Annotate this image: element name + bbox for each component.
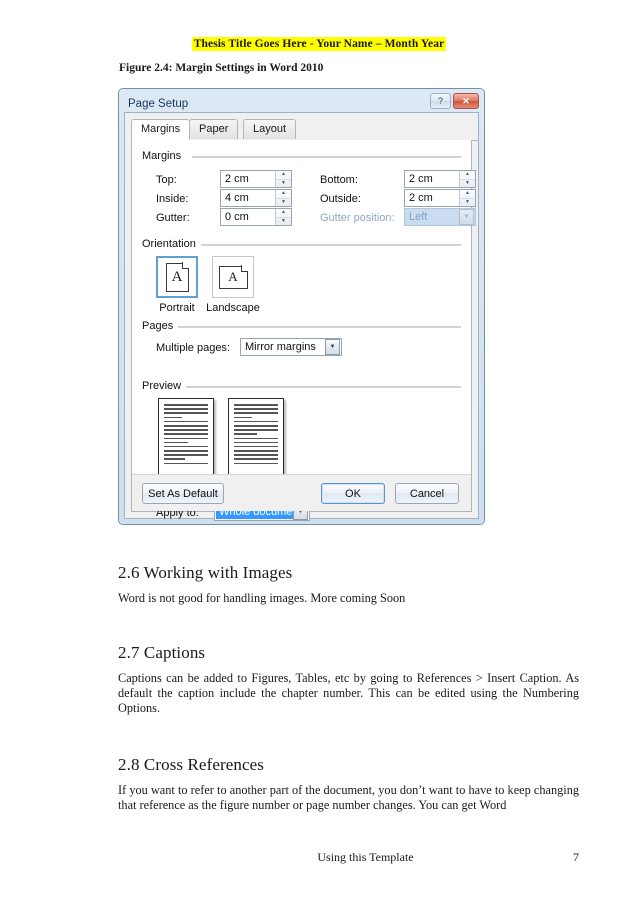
orientation-group-rule — [200, 244, 461, 246]
inside-margin-label: Inside: — [156, 193, 189, 205]
preview-group-rule — [186, 386, 461, 388]
top-margin-input[interactable]: 2 cm ▲ ▼ — [220, 170, 292, 188]
running-header: Thesis Title Goes Here - Your Name – Mon… — [0, 37, 638, 51]
dialog-body: Margins Paper Layout Margins Top: 2 cm ▲… — [124, 112, 479, 521]
page-dogear-icon-2 — [241, 265, 248, 272]
orientation-group-label: Orientation — [142, 238, 201, 250]
margins-group-label: Margins — [142, 150, 187, 162]
portrait-label-text: Portrait — [159, 302, 195, 314]
cancel-button[interactable]: Cancel — [395, 483, 459, 504]
gutter-label: Gutter: — [156, 212, 190, 224]
page-dogear-icon — [182, 262, 189, 269]
page-footer: Using this Template 7 — [118, 850, 579, 865]
tab-layout[interactable]: Layout — [243, 119, 297, 139]
close-icon[interactable]: ✕ — [453, 93, 479, 109]
outside-margin-value: 2 cm — [409, 192, 433, 204]
section-heading-2-6: 2.6 Working with Images — [118, 563, 293, 582]
section-body-2-6: Word is not good for handling images. Mo… — [118, 591, 406, 605]
tab-margins[interactable]: Margins — [131, 119, 191, 140]
pages-group-label: Pages — [142, 320, 179, 332]
dialog-tabs: Margins Paper Layout — [131, 119, 478, 141]
inside-margin-value: 4 cm — [225, 192, 249, 204]
preview-page-right — [228, 398, 284, 482]
multiple-pages-select[interactable]: Mirror margins ▼ — [240, 338, 342, 356]
multiple-pages-label: Multiple pages: — [156, 342, 230, 354]
help-icon[interactable]: ? — [430, 93, 451, 109]
section-heading-2-8: 2.8 Cross References — [118, 755, 264, 774]
preview-group-label: Preview — [142, 380, 187, 392]
footer-title: Using this Template — [317, 850, 414, 864]
dialog-titlebar[interactable]: Page Setup ? ✕ — [123, 93, 480, 114]
landscape-page-icon: A — [218, 265, 248, 289]
chevron-down-icon[interactable]: ▼ — [325, 339, 340, 355]
gutter-position-value: Left — [409, 211, 428, 223]
bottom-margin-input[interactable]: 2 cm ▲ ▼ — [404, 170, 476, 188]
gutter-value: 0 cm — [225, 211, 249, 223]
inside-margin-spinner[interactable]: ▲ ▼ — [275, 190, 291, 206]
set-as-default-button[interactable]: Set As Default — [142, 483, 224, 504]
bottom-margin-value: 2 cm — [409, 173, 433, 185]
portrait-page-icon: A — [165, 262, 189, 292]
top-margin-value: 2 cm — [225, 173, 249, 185]
dialog-title: Page Setup — [128, 97, 189, 110]
portrait-glyph: A — [171, 268, 183, 285]
outside-margin-label: Outside: — [320, 193, 361, 205]
orientation-portrait-label: Portrait — [146, 302, 208, 314]
gutter-spinner[interactable]: ▲ ▼ — [275, 209, 291, 225]
landscape-label-text: Landscape — [206, 302, 260, 314]
chevron-down-icon: ▼ — [459, 209, 474, 225]
running-header-text: Thesis Title Goes Here - Your Name – Mon… — [191, 37, 447, 51]
orientation-landscape-label: Landscape — [202, 302, 264, 314]
landscape-glyph: A — [228, 269, 238, 284]
margins-group-rule — [192, 156, 461, 158]
ok-button[interactable]: OK — [321, 483, 385, 504]
top-margin-label: Top: — [156, 174, 177, 186]
section-body-2-8: If you want to refer to another part of … — [118, 783, 579, 813]
inside-margin-input[interactable]: 4 cm ▲ ▼ — [220, 189, 292, 207]
top-margin-spinner[interactable]: ▲ ▼ — [275, 171, 291, 187]
tab-paper[interactable]: Paper — [189, 119, 239, 139]
preview-page-left — [158, 398, 214, 482]
footer-page-number: 7 — [573, 850, 579, 864]
outside-margin-spinner[interactable]: ▲ ▼ — [459, 190, 475, 206]
bottom-margin-label: Bottom: — [320, 174, 358, 186]
margins-tab-panel: Margins Top: 2 cm ▲ ▼ Bottom: 2 cm ▲ ▼ Ins… — [131, 140, 476, 521]
pages-group-rule — [176, 326, 461, 328]
dialog-button-bar: Set As Default OK Cancel — [132, 474, 471, 511]
bottom-margin-spinner[interactable]: ▲ ▼ — [459, 171, 475, 187]
section-body-2-7: Captions can be added to Figures, Tables… — [118, 671, 579, 716]
outside-margin-input[interactable]: 2 cm ▲ ▼ — [404, 189, 476, 207]
orientation-landscape-option[interactable]: A — [212, 256, 254, 298]
gutter-position-select: Left ▼ — [404, 208, 476, 226]
gutter-position-label: Gutter position: — [320, 212, 395, 224]
multiple-pages-value: Mirror margins — [245, 341, 316, 353]
figure-caption: Figure 2.4: Margin Settings in Word 2010 — [119, 62, 324, 74]
gutter-input[interactable]: 0 cm ▲ ▼ — [220, 208, 292, 226]
section-heading-2-7: 2.7 Captions — [118, 643, 206, 662]
dialog-frame: Page Setup ? ✕ Margins Paper Layout Marg… — [119, 89, 484, 524]
titlebar-buttons: ? ✕ — [430, 93, 479, 109]
page-setup-dialog[interactable]: Page Setup ? ✕ Margins Paper Layout Marg… — [118, 88, 485, 525]
orientation-portrait-option[interactable]: A — [156, 256, 198, 298]
